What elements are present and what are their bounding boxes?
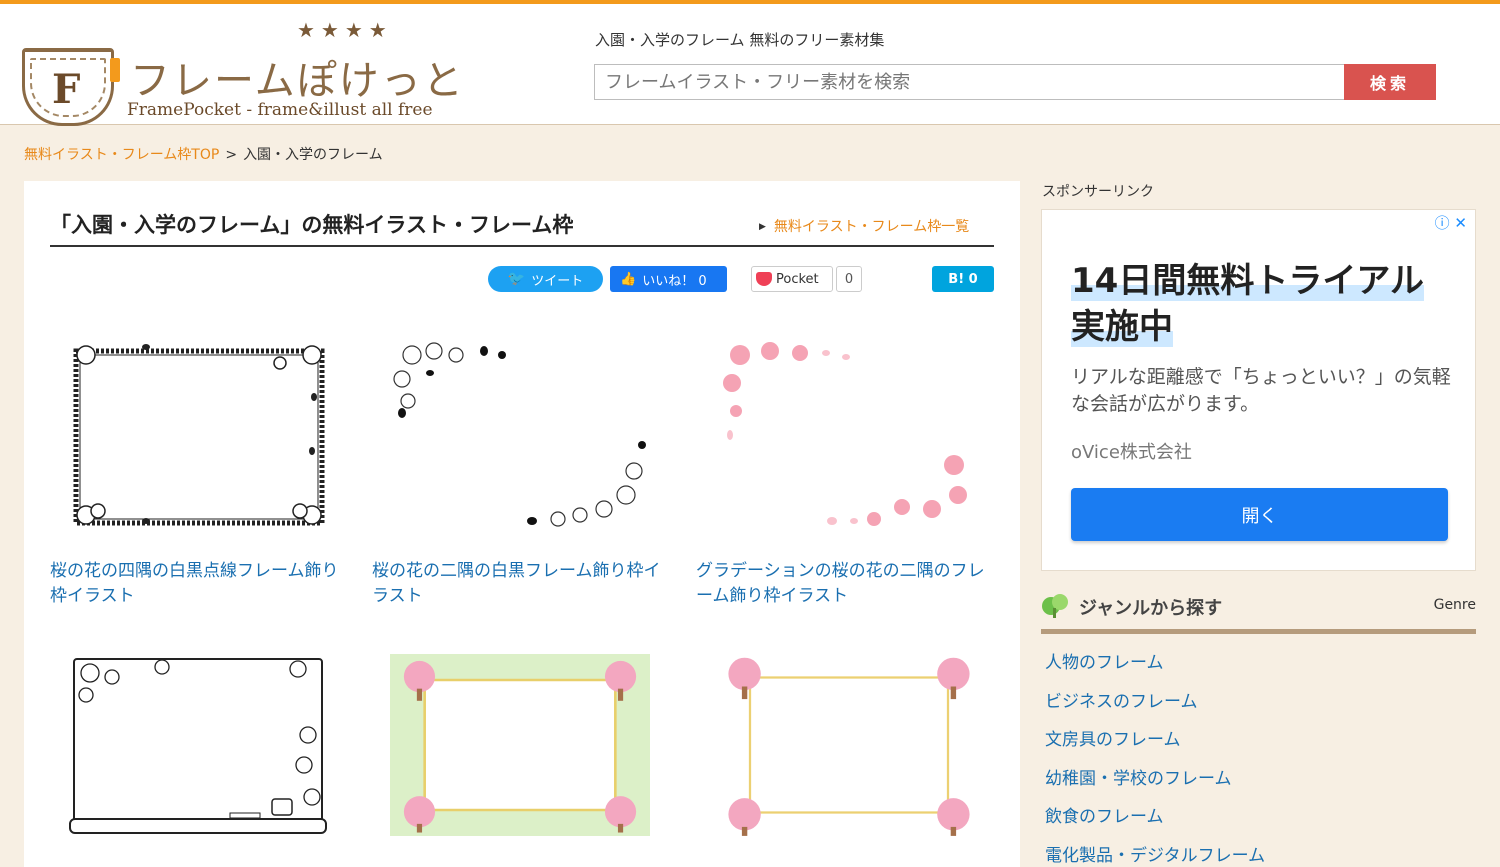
tweet-button[interactable]: 🐦 ツイート [488, 266, 603, 292]
pocket-tab-icon [110, 58, 120, 82]
pocket-count: 0 [836, 266, 862, 292]
ad-description: リアルな距離感で「ちょっといい？」の気軽な会話が広がります。 [1071, 366, 1451, 415]
site-header: F ★★★★ フレームぽけっと FramePocket - frame&illu… [0, 4, 1500, 126]
ad-info-close-icon[interactable]: ⓘ ✕ [1435, 212, 1467, 233]
genre-label-en: Genre [1433, 597, 1476, 613]
facebook-like-button[interactable]: 👍 いいね！ 0 [610, 266, 727, 292]
title-divider [50, 245, 994, 247]
sponsor-label: スポンサーリンク [1042, 184, 1154, 200]
pocket-label: Pocket [776, 271, 819, 287]
pocket-button[interactable]: Pocket [751, 266, 833, 292]
ad-open-button[interactable]: 開く [1071, 488, 1448, 541]
ad-headline: 14日間無料トライアル実施中 [1071, 261, 1424, 347]
blackboard-cherry-blossom-frame-icon[interactable] [50, 647, 350, 857]
main-content: 「入園・入学のフレーム」の無料イラスト・フレーム枠 無料イラスト・フレーム枠一覧… [24, 181, 1020, 867]
genre-item[interactable]: 人物のフレーム [1045, 648, 1265, 687]
genre-label: ジャンルから探す [1079, 598, 1223, 619]
breadcrumb-home-link[interactable]: 無料イラスト・フレーム枠TOP [24, 147, 219, 163]
cherry-blossom-bw-dotted-frame-icon[interactable] [50, 331, 350, 541]
cherry-blossom-bw-corner-frame-icon[interactable] [372, 331, 672, 541]
site-logo[interactable]: F ★★★★ フレームぽけっと FramePocket - frame&illu… [22, 18, 463, 126]
hatena-bookmark-button[interactable]: B! 0 [932, 266, 994, 292]
genre-list: 人物のフレーム ビジネスのフレーム 文房具のフレーム 幼稚園・学校のフレーム 飲… [1045, 648, 1265, 867]
breadcrumb-current: 入園・入学のフレーム [243, 147, 383, 163]
like-label: いいね！ 0 [642, 273, 707, 289]
breadcrumb-separator: > [225, 147, 238, 163]
genre-item[interactable]: 文房具のフレーム [1045, 725, 1265, 764]
logo-subtitle: FramePocket - frame&illust all free [127, 100, 433, 120]
ad-company: oVice株式会社 [1071, 442, 1192, 463]
cherry-blossom-pink-corner-frame-icon[interactable] [696, 331, 996, 541]
frame-card-caption[interactable]: 桜の花の四隅の白黒点線フレーム飾り枠イラスト [50, 559, 350, 609]
genre-heading: ジャンルから探す Genre [1041, 590, 1476, 634]
genre-item[interactable]: ビジネスのフレーム [1045, 687, 1265, 726]
logo-letter: F [52, 66, 81, 113]
frame-card-caption[interactable]: グラデーションの桜の花の二隅のフレーム飾り枠イラスト [696, 559, 996, 609]
advertisement[interactable]: ⓘ ✕ 14日間無料トライアル実施中 リアルな距離感で「ちょっといい？」の気軽な… [1041, 209, 1476, 571]
genre-item[interactable]: 飲食のフレーム [1045, 802, 1265, 841]
search-button[interactable]: 検索 [1344, 64, 1436, 100]
stars-icon: ★★★★ [297, 18, 393, 42]
page-title: 「入園・入学のフレーム」の無料イラスト・フレーム枠 [50, 213, 574, 237]
all-frames-link[interactable]: 無料イラスト・フレーム枠一覧 [759, 216, 969, 236]
frame-card-caption[interactable]: 桜の花の二隅の白黒フレーム飾り枠イラスト [372, 559, 672, 609]
pocket-logo-icon [756, 272, 772, 286]
site-tagline: 入園・入学のフレーム 無料のフリー素材集 [595, 31, 885, 49]
cherry-tree-ribbon-frame-icon[interactable] [714, 647, 984, 843]
thumbs-up-icon: 👍 [620, 271, 637, 287]
search-input[interactable] [594, 64, 1344, 100]
logo-title: フレームぽけっと [130, 58, 465, 104]
twitter-bird-icon: 🐦 [507, 271, 526, 287]
cherry-tree-green-frame-icon[interactable] [390, 647, 650, 843]
breadcrumb: 無料イラスト・フレーム枠TOP > 入園・入学のフレーム [24, 144, 383, 164]
leaf-icon [1042, 594, 1068, 618]
genre-item[interactable]: 電化製品・デジタルフレーム [1045, 841, 1265, 867]
tweet-label: ツイート [531, 273, 584, 289]
genre-item[interactable]: 幼稚園・学校のフレーム [1045, 764, 1265, 803]
search-form: 検索 [594, 64, 1436, 100]
